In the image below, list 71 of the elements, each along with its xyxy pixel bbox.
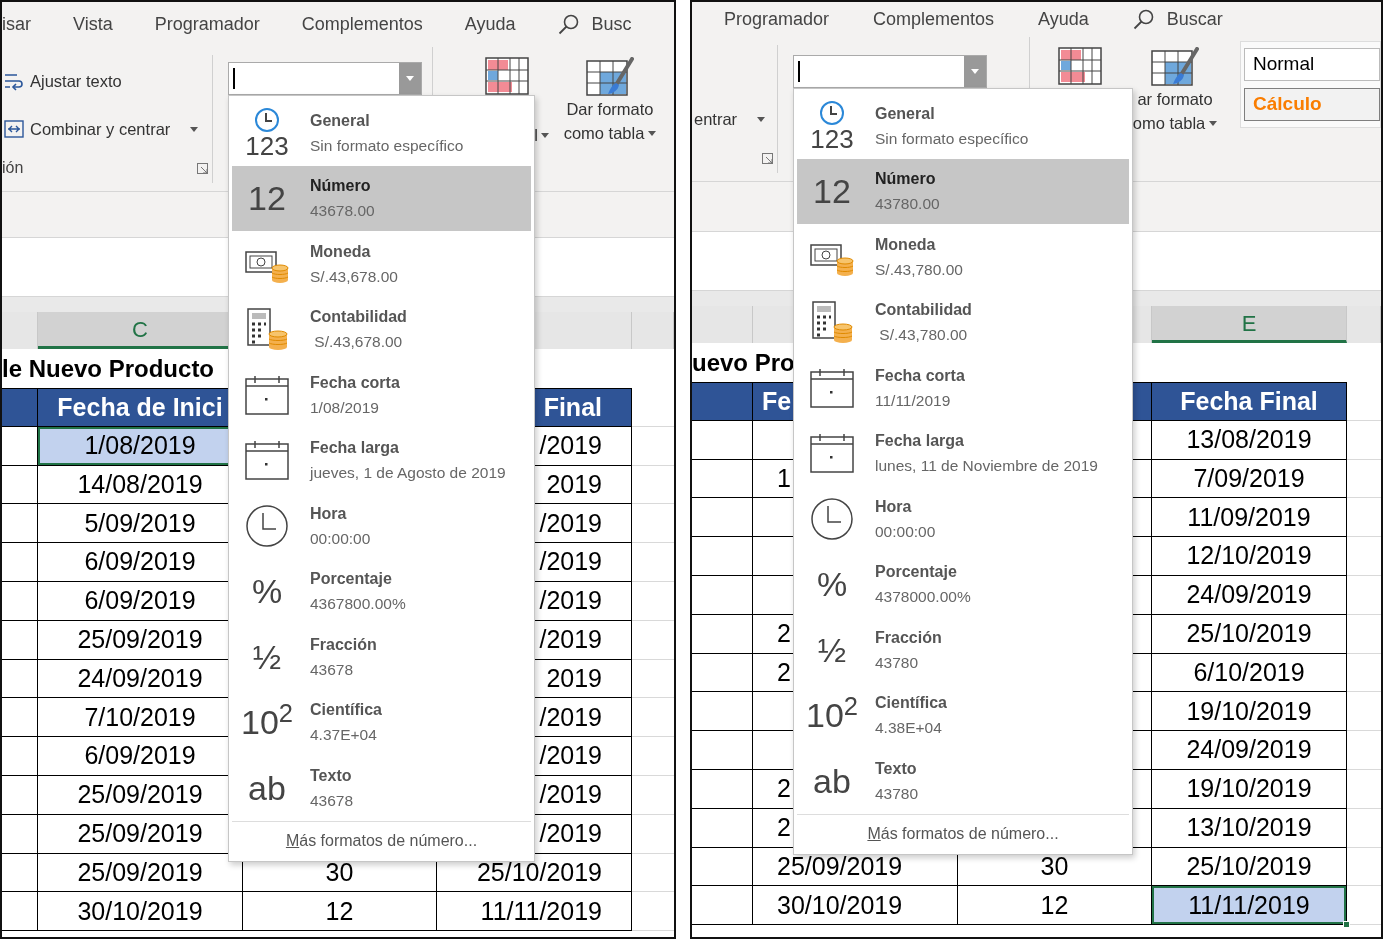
option-title: General bbox=[310, 110, 371, 131]
option-sample: 43780 bbox=[875, 783, 919, 804]
option-title: Porcentaje bbox=[875, 562, 958, 583]
glyph-icon: % bbox=[816, 567, 848, 602]
option-sample: 43780 bbox=[875, 652, 920, 673]
option-title: General bbox=[875, 103, 936, 124]
option-sample: 4.37E+04 bbox=[310, 725, 378, 746]
option-sample: 11/11/2019 bbox=[875, 390, 952, 411]
sheet-title: le Nuevo Producto bbox=[2, 353, 215, 384]
option-sample: 00:00:00 bbox=[875, 521, 936, 542]
option-title: Científica bbox=[875, 693, 947, 714]
table-cell: 12/10/2019 bbox=[1152, 537, 1347, 576]
option-title: Contabilidad bbox=[875, 300, 972, 321]
option-sample: 43780.00 bbox=[875, 194, 940, 215]
option-title: Fecha larga bbox=[310, 438, 400, 459]
option-title: Fracción bbox=[875, 627, 942, 648]
table-cell: 7/09/2019 bbox=[1152, 459, 1347, 499]
option-title: Fecha larga bbox=[875, 431, 965, 452]
glyph-icon: % bbox=[251, 574, 283, 609]
table-cell: 6/10/2019 bbox=[1152, 653, 1347, 693]
option-sample: S/.43,678.00 bbox=[310, 266, 398, 287]
option-title: Moneda bbox=[875, 234, 937, 255]
option-sample: 43678 bbox=[310, 659, 355, 680]
glyph-icon: 123 bbox=[810, 125, 854, 152]
table-cell: 11/11/2019 bbox=[437, 892, 632, 932]
table-cell: 24/09/2019 bbox=[1152, 731, 1347, 770]
table-cell: 12 bbox=[243, 892, 437, 932]
table-cell: 30/10/2019 bbox=[753, 886, 958, 926]
option-title: Texto bbox=[310, 765, 353, 786]
table-cell: 13/10/2019 bbox=[1152, 808, 1347, 848]
option-title: Moneda bbox=[310, 241, 372, 262]
option-title: Hora bbox=[310, 503, 348, 524]
option-sample: 1/08/2019 bbox=[310, 397, 380, 418]
table-cell: 30/10/2019 bbox=[38, 892, 243, 932]
option-sample: 4.38E+04 bbox=[875, 718, 943, 739]
option-title: Número bbox=[310, 176, 372, 197]
glyph-icon: 10$^{2}$ bbox=[806, 698, 858, 733]
sheet-title: uevo Pro bbox=[692, 347, 795, 378]
option-title: Científica bbox=[310, 700, 382, 721]
table-cell: 25/10/2019 bbox=[1152, 614, 1347, 654]
option-sample: S/.43,678.00 bbox=[313, 332, 404, 353]
option-sample: 43678.00 bbox=[310, 201, 375, 222]
option-title: Porcentaje bbox=[310, 569, 393, 590]
option-sample: 43678 bbox=[310, 790, 354, 811]
glyph-icon: ab bbox=[248, 770, 286, 805]
option-title: Contabilidad bbox=[310, 307, 407, 328]
table-cell: 13/08/2019 bbox=[1152, 420, 1347, 460]
glyph-icon: 12 bbox=[813, 174, 851, 209]
group-label: ión bbox=[2, 158, 24, 178]
option-sample: 4367800.00% bbox=[310, 594, 406, 615]
table-cell: 19/10/2019 bbox=[1152, 769, 1347, 809]
option-sample: Sin formato específico bbox=[875, 128, 1029, 149]
option-sample: Sin formato específico bbox=[310, 135, 464, 156]
option-title: Número bbox=[875, 169, 937, 190]
option-title: Fecha corta bbox=[310, 372, 400, 393]
option-sample: 4378000.00% bbox=[875, 587, 971, 608]
glyph-icon: ½ bbox=[252, 639, 282, 674]
glyph-icon: 12 bbox=[248, 181, 286, 216]
option-title: Fracción bbox=[310, 634, 377, 655]
option-sample: 00:00:00 bbox=[310, 528, 371, 549]
glyph-icon: 123 bbox=[245, 132, 289, 159]
header-cell: Fecha Final bbox=[1152, 382, 1347, 421]
column-header: E bbox=[1152, 306, 1347, 343]
option-title: Hora bbox=[875, 496, 913, 517]
table-cell: 11/11/2019 bbox=[1152, 886, 1347, 926]
table-cell: 19/10/2019 bbox=[1152, 692, 1347, 732]
option-sample: S/.43,780.00 bbox=[878, 325, 969, 346]
option-sample: S/.43,780.00 bbox=[875, 259, 963, 280]
table-cell: 24/09/2019 bbox=[1152, 576, 1347, 615]
glyph-icon: 10$^{2}$ bbox=[241, 705, 293, 740]
table-cell: 11/09/2019 bbox=[1152, 498, 1347, 538]
